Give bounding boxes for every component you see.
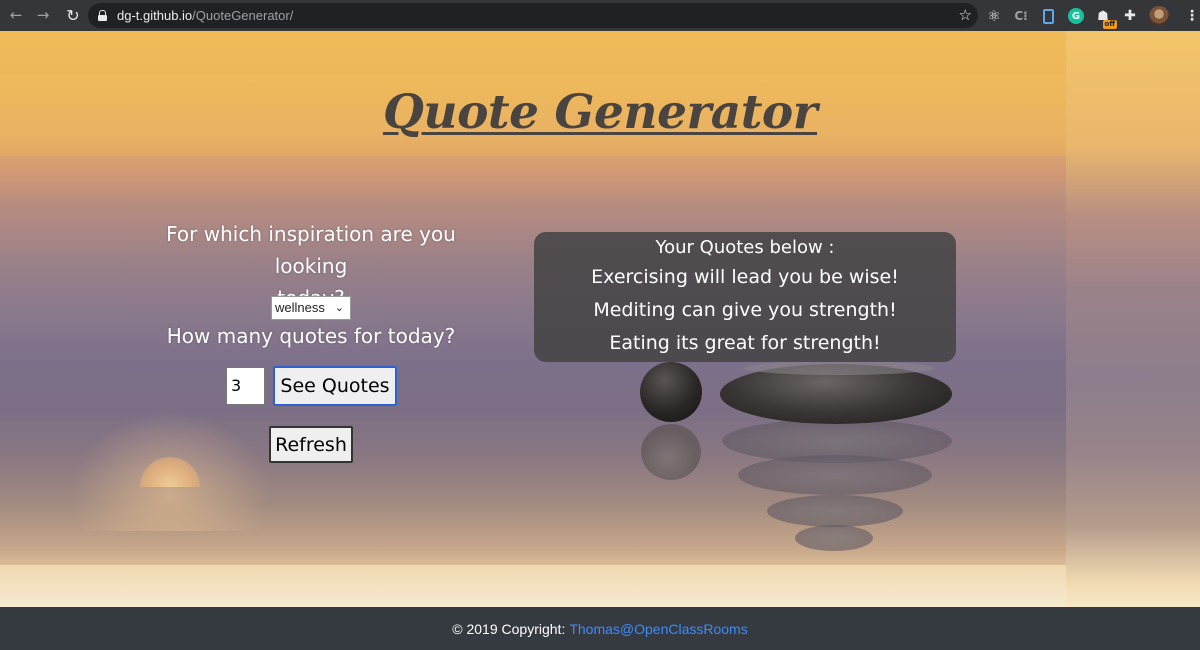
quotes-heading: Your Quotes below : <box>655 237 835 258</box>
category-select[interactable]: wellness ⌄ <box>271 296 351 320</box>
page-content: Quote Generator For which inspiration ar… <box>0 31 1200 607</box>
quote-item: Eating its great for strength! <box>609 332 881 354</box>
profile-avatar[interactable] <box>1149 6 1169 26</box>
footer: © 2019 Copyright: Thomas@OpenClassRooms <box>0 607 1200 650</box>
round-stone <box>640 362 702 422</box>
lock-icon <box>98 10 107 21</box>
back-arrow-icon[interactable]: ← <box>5 5 27 27</box>
off-extension-icon[interactable]: ☗ off <box>1095 8 1117 29</box>
copyright-text: © 2019 Copyright: <box>452 620 566 637</box>
stone-reflection <box>641 424 701 480</box>
react-devtools-icon[interactable]: ⚛ <box>986 7 1002 25</box>
jar-extension-icon[interactable] <box>1043 8 1054 24</box>
url-path: /QuoteGenerator/ <box>192 8 294 23</box>
reload-icon[interactable]: ↻ <box>62 5 84 27</box>
flat-stone-highlight <box>744 361 934 375</box>
url-host: dg-t.github.io <box>117 8 193 23</box>
count-prompt: How many quotes for today? <box>166 324 456 348</box>
quote-item: Exercising will lead you be wise! <box>591 266 899 288</box>
off-badge: off <box>1102 20 1117 29</box>
category-selected-value: wellness <box>275 300 325 315</box>
quantity-input[interactable]: 3 <box>226 367 265 405</box>
quote-item: Mediting can give you strength! <box>593 299 897 321</box>
stone-reflection <box>738 455 932 495</box>
stone-reflection <box>795 525 873 551</box>
forward-arrow-icon[interactable]: → <box>32 5 54 27</box>
browser-menu-icon[interactable]: ⋮ <box>1184 8 1200 24</box>
ci-extension-icon[interactable]: C⁝ <box>1013 8 1029 24</box>
grammarly-icon[interactable]: G <box>1068 8 1084 24</box>
refresh-button[interactable]: Refresh <box>269 426 353 463</box>
bottom-band <box>0 565 1066 607</box>
browser-toolbar: ← → ↻ dg-t.github.io/QuoteGenerator/ ☆ ⚛… <box>0 0 1200 31</box>
author-link[interactable]: Thomas@OpenClassRooms <box>569 621 747 637</box>
address-bar[interactable]: dg-t.github.io/QuoteGenerator/ ☆ <box>88 3 978 28</box>
extensions-puzzle-icon[interactable]: ✚ <box>1122 8 1138 24</box>
see-quotes-button[interactable]: See Quotes <box>273 366 397 406</box>
extensions-bar: ⚛ C⁝ G ☗ off ✚ ⋮ <box>986 5 1200 29</box>
quotes-panel: Your Quotes below : Exercising will lead… <box>534 232 956 362</box>
chevron-down-icon: ⌄ <box>334 301 344 314</box>
page-title: Quote Generator <box>382 85 818 140</box>
inspiration-prompt-line: For which inspiration are you looking <box>166 222 456 278</box>
bookmark-star-icon[interactable]: ☆ <box>959 6 972 24</box>
stone-reflection <box>767 495 903 527</box>
